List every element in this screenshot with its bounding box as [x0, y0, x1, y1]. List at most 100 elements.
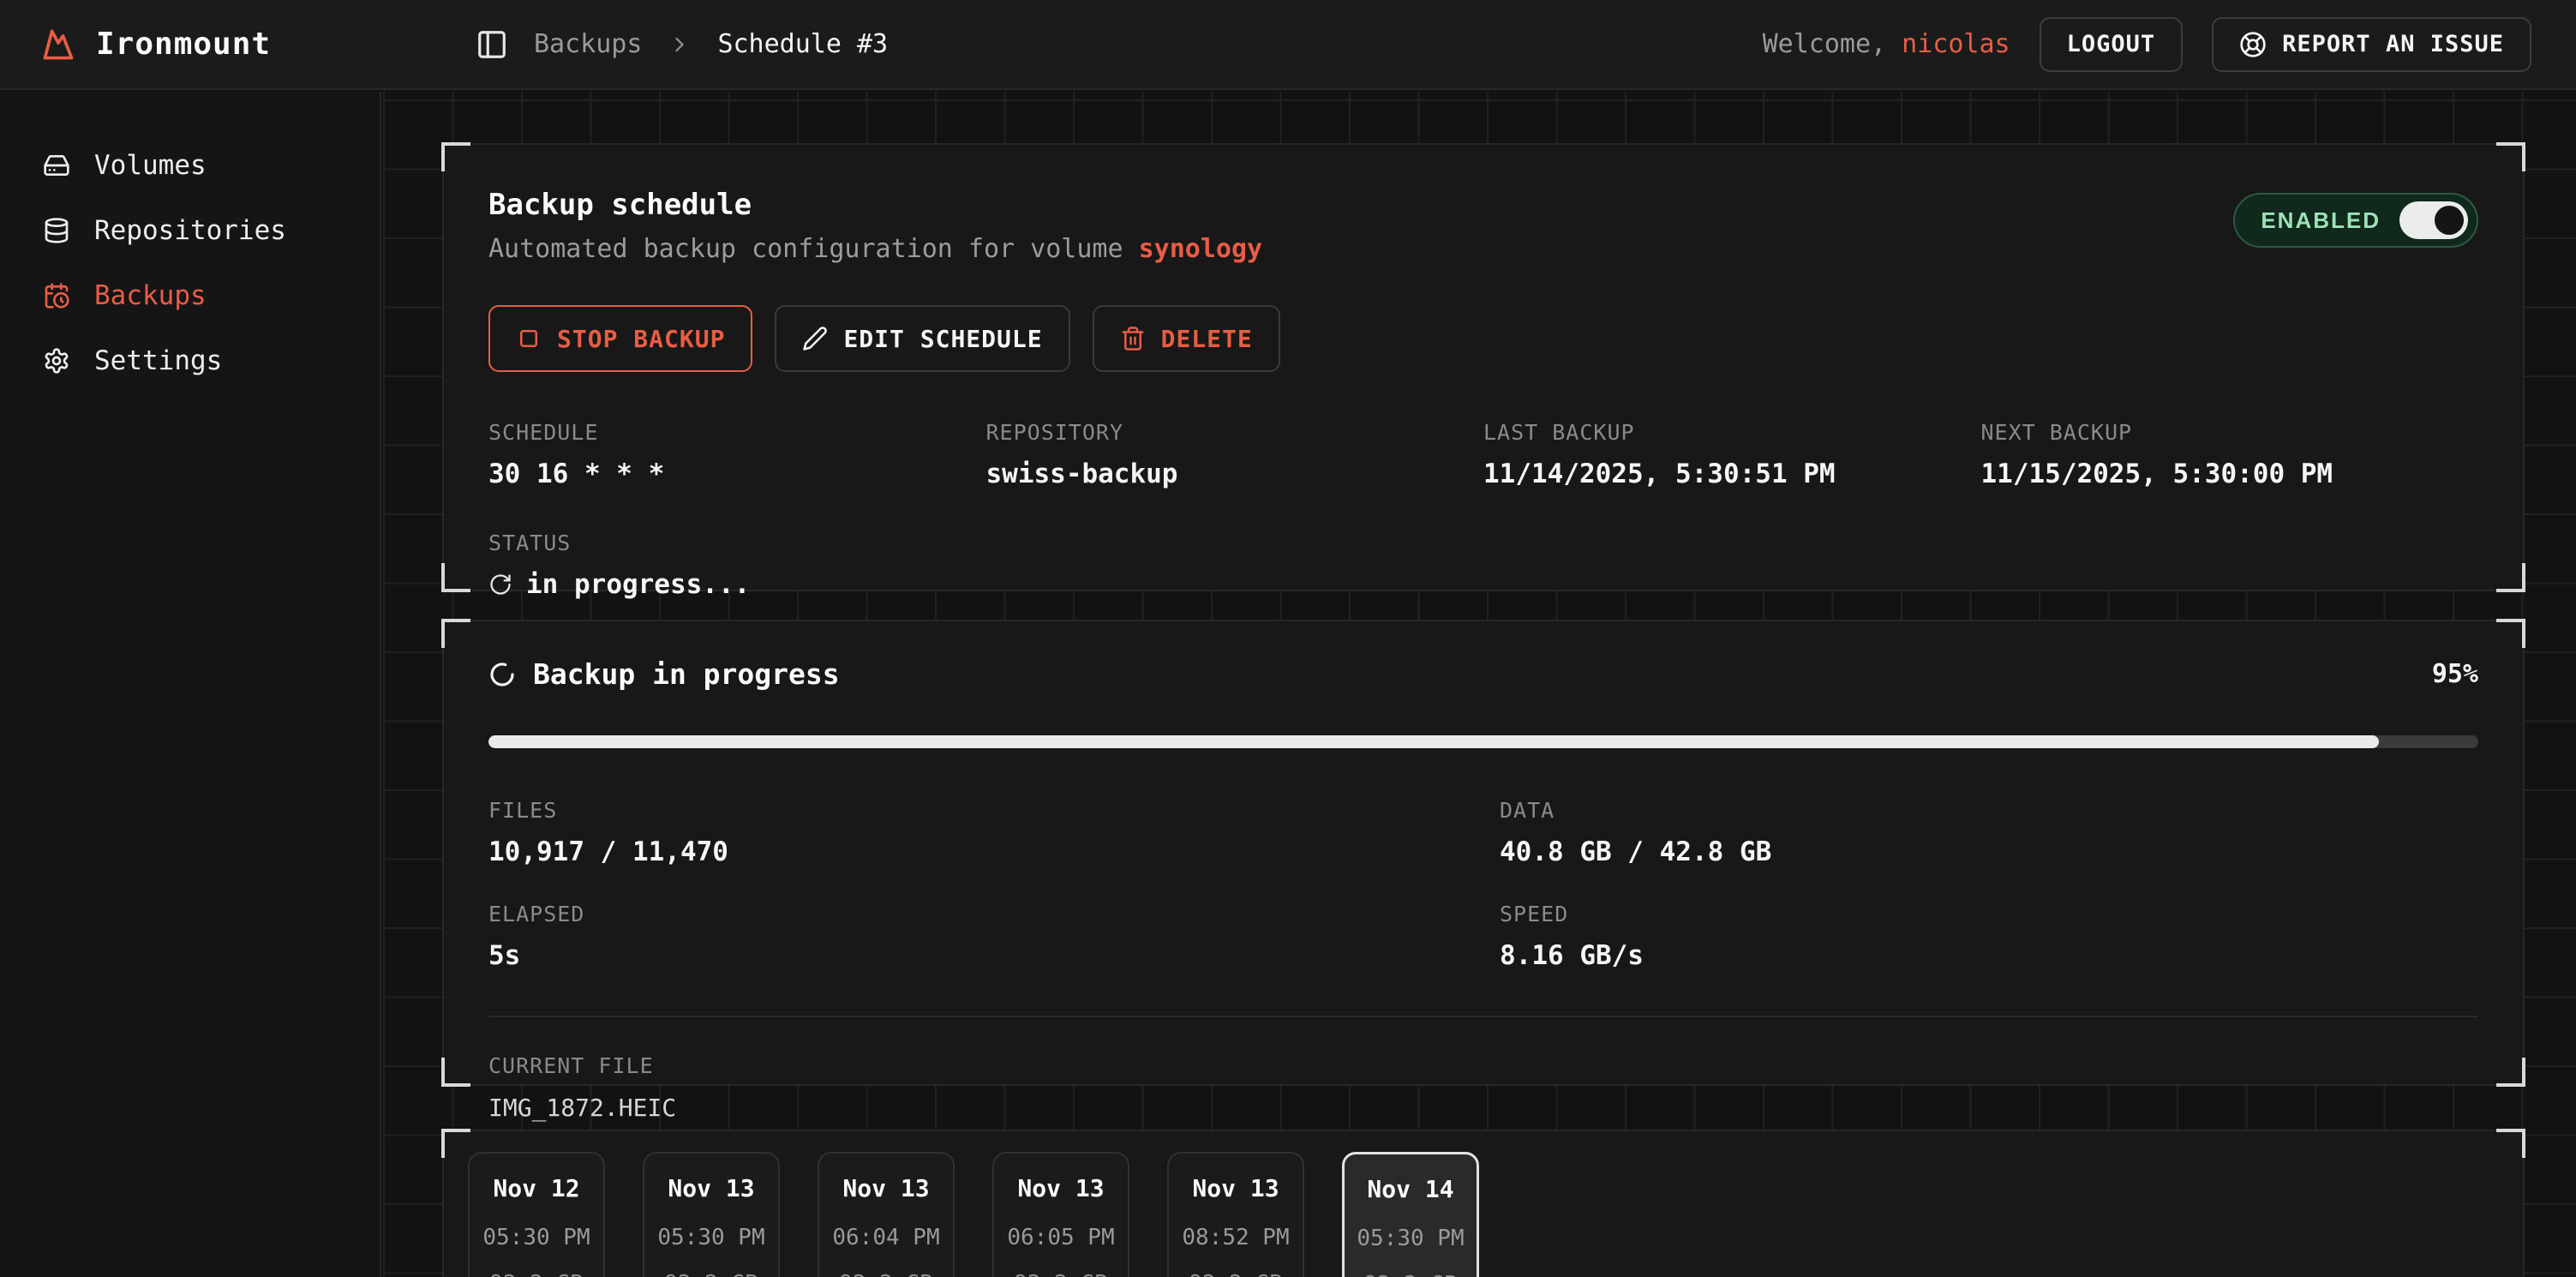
history-item[interactable]: Nov 13 05:30 PM 92.2 GB	[643, 1152, 780, 1277]
schedule-fields: SCHEDULE 30 16 * * * REPOSITORY swiss-ba…	[488, 420, 2478, 489]
stat-label: SPEED	[1500, 902, 2478, 926]
current-file-value: IMG_1872.HEIC	[488, 1094, 2478, 1122]
field-label: LAST BACKUP	[1483, 420, 1981, 445]
stat-label: FILES	[488, 798, 1500, 823]
current-file-label: CURRENT FILE	[488, 1053, 2478, 1078]
history-size: 92.2 GB	[644, 1271, 778, 1277]
corner-bracket-icon	[2496, 619, 2525, 648]
history-date: Nov 12	[470, 1174, 603, 1202]
stat-elapsed: ELAPSED 5s	[488, 902, 1500, 971]
breadcrumb-current: Schedule #3	[717, 29, 888, 59]
schedule-card-title: Backup schedule	[488, 188, 1262, 222]
database-icon	[43, 217, 70, 244]
schedule-card-titles: Backup schedule Automated backup configu…	[488, 188, 1262, 264]
main-content: Backup schedule Automated backup configu…	[383, 92, 2576, 1277]
report-issue-label: REPORT AN ISSUE	[2282, 31, 2504, 57]
backup-progress-card: Backup in progress 95% FILES 10,917 / 11…	[442, 620, 2525, 1086]
stop-icon	[516, 326, 542, 351]
field-label: SCHEDULE	[488, 420, 986, 445]
corner-bracket-icon	[441, 142, 470, 171]
welcome-text: Welcome, nicolas	[1763, 29, 2010, 59]
history-date: Nov 13	[819, 1174, 953, 1202]
field-value: 11/14/2025, 5:30:51 PM	[1483, 459, 1981, 489]
field-next-backup: NEXT BACKUP 11/15/2025, 5:30:00 PM	[1981, 420, 2479, 489]
stat-label: ELAPSED	[488, 902, 1500, 926]
spinner-icon	[488, 573, 512, 597]
stat-value: 5s	[488, 940, 1500, 971]
history-item-selected[interactable]: Nov 14 05:30 PM 92.2 GB	[1342, 1152, 1479, 1277]
history-size: 92.2 GB	[1345, 1272, 1477, 1277]
toggle-knob	[2435, 206, 2464, 235]
status-value: in progress...	[526, 569, 750, 600]
sidebar: Volumes Repositories Backups Settings	[0, 92, 381, 1277]
volume-name: synology	[1139, 234, 1263, 264]
logout-button[interactable]: LOGOUT	[2040, 17, 2184, 72]
corner-bracket-icon	[2496, 563, 2525, 592]
panel-left-icon	[476, 28, 508, 61]
app-window: Ironmount Backups Schedule #3 Welcome, n…	[0, 0, 2576, 1277]
stat-value: 40.8 GB / 42.8 GB	[1500, 836, 2478, 867]
mountain-logo-icon	[39, 26, 77, 63]
stat-data: DATA 40.8 GB / 42.8 GB	[1500, 798, 2478, 867]
progress-percent: 95%	[2432, 659, 2478, 689]
history-item[interactable]: Nov 12 05:30 PM 92.2 GB	[468, 1152, 605, 1277]
field-repository: REPOSITORY swiss-backup	[986, 420, 1484, 489]
enabled-label: ENABLED	[2261, 207, 2381, 234]
history-time: 05:30 PM	[644, 1225, 778, 1250]
sidebar-item-settings[interactable]: Settings	[0, 328, 380, 393]
history-date: Nov 13	[1169, 1174, 1303, 1202]
corner-bracket-icon	[2496, 142, 2525, 171]
history-time: 05:30 PM	[1345, 1226, 1477, 1251]
backup-history-card: Nov 12 05:30 PM 92.2 GB Nov 13 05:30 PM …	[442, 1130, 2525, 1277]
sidebar-toggle-button[interactable]	[476, 28, 508, 61]
stat-label: DATA	[1500, 798, 2478, 823]
breadcrumb: Backups Schedule #3	[381, 28, 888, 61]
welcome-prefix: Welcome,	[1763, 29, 1887, 59]
edit-schedule-button[interactable]: EDIT SCHEDULE	[775, 305, 1069, 372]
history-row: Nov 12 05:30 PM 92.2 GB Nov 13 05:30 PM …	[468, 1152, 2499, 1277]
sidebar-item-volumes[interactable]: Volumes	[0, 133, 380, 198]
subtitle-prefix: Automated backup configuration for volum…	[488, 234, 1139, 264]
history-item[interactable]: Nov 13 08:52 PM 92.2 GB	[1167, 1152, 1304, 1277]
history-size: 92.2 GB	[819, 1271, 953, 1277]
schedule-actions: STOP BACKUP EDIT SCHEDULE DELETE	[488, 305, 2478, 372]
hard-drive-icon	[43, 152, 70, 179]
history-time: 06:04 PM	[819, 1225, 953, 1250]
enabled-toggle[interactable]: ENABLED	[2233, 193, 2478, 248]
loader-icon	[488, 661, 516, 688]
status-label: STATUS	[488, 531, 2478, 555]
status-block: STATUS in progress...	[488, 531, 2478, 600]
history-item[interactable]: Nov 13 06:04 PM 92.2 GB	[818, 1152, 955, 1277]
stop-backup-label: STOP BACKUP	[557, 325, 725, 353]
progress-bar-fill	[488, 735, 2379, 748]
breadcrumb-parent[interactable]: Backups	[534, 29, 642, 59]
lifebuoy-icon	[2239, 31, 2267, 58]
field-label: NEXT BACKUP	[1981, 420, 2479, 445]
sidebar-item-label: Backups	[94, 280, 207, 311]
app-title: Ironmount	[96, 27, 271, 62]
brand: Ironmount	[0, 26, 381, 63]
username: nicolas	[1902, 29, 2010, 59]
corner-bracket-icon	[2496, 1129, 2525, 1158]
stop-backup-button[interactable]: STOP BACKUP	[488, 305, 752, 372]
history-size: 92.2 GB	[1169, 1271, 1303, 1277]
history-time: 05:30 PM	[470, 1225, 603, 1250]
toggle-switch[interactable]	[2399, 201, 2468, 239]
stat-speed: SPEED 8.16 GB/s	[1500, 902, 2478, 971]
stat-files: FILES 10,917 / 11,470	[488, 798, 1500, 867]
delete-button[interactable]: DELETE	[1093, 305, 1280, 372]
corner-bracket-icon	[441, 563, 470, 592]
sidebar-item-label: Volumes	[94, 150, 207, 181]
top-bar: Ironmount Backups Schedule #3 Welcome, n…	[0, 0, 2576, 90]
chevron-right-icon	[668, 33, 692, 57]
history-date: Nov 13	[644, 1174, 778, 1202]
corner-bracket-icon	[441, 1058, 470, 1087]
sidebar-item-backups[interactable]: Backups	[0, 263, 380, 328]
current-file-block: CURRENT FILE IMG_1872.HEIC	[488, 1053, 2478, 1122]
sidebar-item-repositories[interactable]: Repositories	[0, 198, 380, 263]
history-item[interactable]: Nov 13 06:05 PM 92.2 GB	[992, 1152, 1129, 1277]
logout-label: LOGOUT	[2067, 31, 2156, 57]
edit-schedule-label: EDIT SCHEDULE	[843, 325, 1042, 353]
corner-bracket-icon	[441, 1129, 470, 1158]
report-issue-button[interactable]: REPORT AN ISSUE	[2212, 17, 2531, 72]
